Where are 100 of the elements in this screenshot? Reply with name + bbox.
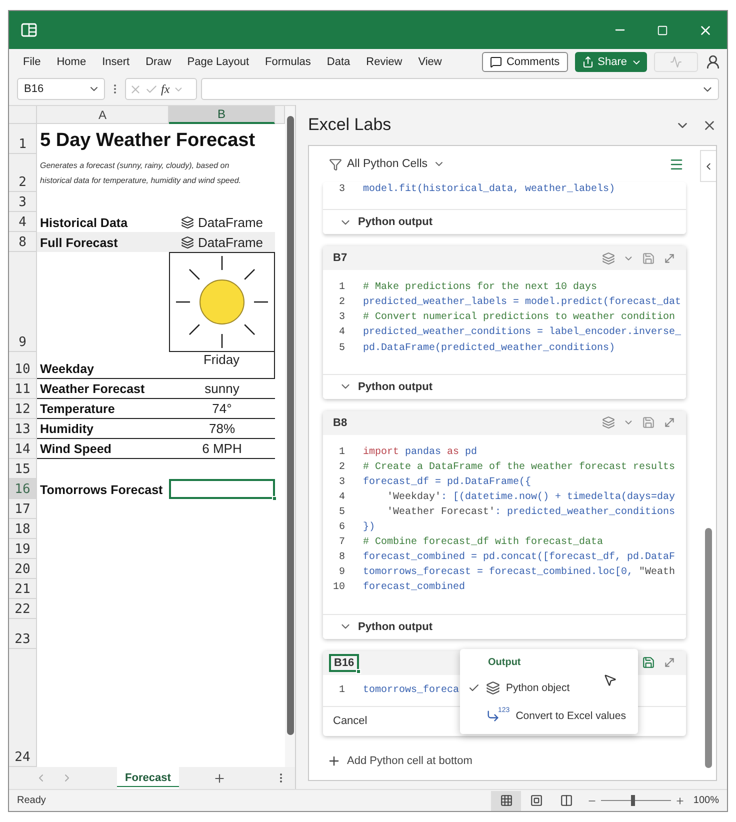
row-header[interactable]: 20 bbox=[9, 559, 37, 579]
layers-icon[interactable] bbox=[602, 252, 615, 265]
row-header[interactable]: 13 bbox=[9, 419, 37, 439]
scrollbar[interactable] bbox=[285, 106, 295, 767]
cell-label: Wind Speed bbox=[40, 442, 112, 456]
code-line: pd.DataFrame(predicted_weather_conditions) bbox=[363, 342, 616, 354]
filter-icon bbox=[329, 158, 342, 170]
save-icon[interactable] bbox=[642, 252, 655, 265]
maximize-icon[interactable] bbox=[657, 24, 668, 36]
line-number: 2 bbox=[338, 462, 345, 473]
row-header[interactable]: 21 bbox=[9, 579, 37, 599]
line-number: 5 bbox=[338, 342, 345, 354]
line-number: 9 bbox=[338, 567, 345, 578]
expand-icon[interactable] bbox=[663, 656, 676, 669]
menu-tab[interactable]: View bbox=[410, 53, 450, 71]
column-header[interactable]: B bbox=[169, 106, 275, 124]
cell-reference: B16 bbox=[329, 654, 360, 672]
view-button[interactable] bbox=[491, 790, 522, 810]
line-number: 7 bbox=[338, 537, 345, 548]
line-number: 3 bbox=[338, 312, 345, 324]
code-line: tomorrows_forecast = forecast_combined.loc[0, "Weath bbox=[363, 567, 676, 578]
view-icon bbox=[530, 794, 543, 807]
row-header[interactable]: 17 bbox=[9, 499, 37, 519]
cell-value: Friday bbox=[203, 352, 240, 367]
code-line: 'Weather Forecast': predicted_weather_conditions bbox=[386, 506, 676, 518]
row-header[interactable]: 16 bbox=[9, 479, 37, 499]
menu-item[interactable]: Python object bbox=[460, 674, 638, 702]
cancel-button[interactable]: Cancel bbox=[331, 713, 370, 730]
row-header[interactable]: 15 bbox=[9, 459, 37, 479]
row-header[interactable]: 9 bbox=[9, 252, 37, 352]
save-icon[interactable] bbox=[642, 416, 655, 430]
speech-bubble-icon bbox=[490, 56, 502, 68]
row-header[interactable]: 11 bbox=[9, 379, 37, 399]
view-icon bbox=[500, 794, 513, 807]
layers-icon bbox=[486, 680, 500, 694]
expand-icon[interactable] bbox=[663, 252, 676, 265]
sheet-description: Generates a forecast (sunny, rainy, cloudy), based on historical data for temperature, humidity and wind speed. bbox=[40, 160, 242, 187]
row-header[interactable]: 8 bbox=[9, 232, 37, 252]
view-icon bbox=[560, 794, 573, 807]
menu-icon[interactable] bbox=[669, 156, 684, 172]
check-icon[interactable] bbox=[145, 82, 158, 96]
row-header[interactable]: 4 bbox=[9, 212, 37, 232]
cell-label: Humidity bbox=[40, 422, 94, 436]
cell-value: 74° bbox=[212, 401, 232, 416]
slider-thumb[interactable] bbox=[630, 795, 635, 806]
cell-label: Full Forecast bbox=[40, 236, 118, 250]
function-label[interactable]: fx bbox=[161, 82, 170, 96]
line-number: 6 bbox=[338, 522, 345, 534]
spreadsheet-logo-icon bbox=[21, 22, 37, 38]
row-header[interactable]: 2 bbox=[9, 154, 37, 192]
menu-tab[interactable]: Formulas bbox=[257, 53, 319, 71]
sheet-tab[interactable]: Forecast bbox=[117, 767, 179, 789]
comments-button[interactable]: Comments bbox=[482, 52, 568, 72]
layers-icon bbox=[180, 216, 194, 229]
selected-cell[interactable] bbox=[169, 479, 275, 499]
save-icon[interactable] bbox=[642, 656, 655, 669]
expand-icon[interactable] bbox=[663, 416, 676, 430]
cell-label: Historical Data bbox=[40, 216, 128, 230]
cell-value: sunny bbox=[204, 381, 240, 396]
row-header[interactable]: 10 bbox=[9, 352, 37, 379]
layers-icon[interactable] bbox=[602, 416, 615, 430]
zoom-in-icon[interactable] bbox=[675, 796, 686, 806]
cell-value: DataFrame bbox=[198, 235, 264, 250]
code-line: model.fit(historical_data, weather_labels) bbox=[363, 184, 616, 196]
cell-reference: B7 bbox=[333, 252, 348, 264]
row-header[interactable]: 3 bbox=[9, 192, 37, 212]
line-number: 1 bbox=[338, 282, 345, 294]
menu-tab[interactable]: File bbox=[15, 53, 49, 71]
row-header[interactable]: 22 bbox=[9, 599, 37, 619]
code-line: # Create a DataFrame of the weather forecast results bbox=[363, 462, 676, 473]
menu-tab[interactable]: Review bbox=[358, 53, 410, 71]
row-header[interactable]: 18 bbox=[9, 519, 37, 539]
cell-reference: B8 bbox=[333, 416, 348, 429]
menu-tab[interactable]: Page Layout bbox=[179, 53, 258, 71]
output-toggle[interactable]: Python output bbox=[323, 614, 686, 638]
menu-tab[interactable]: Data bbox=[318, 53, 358, 71]
zoom-level: 100% bbox=[693, 795, 719, 806]
add-sheet-icon[interactable] bbox=[212, 772, 226, 784]
menu-tab[interactable]: Draw bbox=[138, 53, 180, 71]
output-toggle[interactable]: Python output bbox=[323, 209, 686, 234]
column-header[interactable]: A bbox=[37, 106, 169, 124]
add-cell-button[interactable]: Add Python cell at bottom bbox=[323, 750, 476, 772]
mouse-pointer-icon bbox=[603, 672, 617, 686]
code-line: # Make predictions for the next 10 days bbox=[363, 282, 598, 294]
output-toggle[interactable]: Python output bbox=[323, 374, 686, 399]
share-icon bbox=[582, 56, 594, 68]
menu-tab[interactable]: Home bbox=[48, 53, 94, 71]
share-button[interactable]: Share bbox=[574, 52, 647, 72]
row-header[interactable]: 19 bbox=[9, 539, 37, 559]
name-box[interactable]: B16 bbox=[17, 78, 105, 100]
formula-input[interactable] bbox=[201, 78, 719, 100]
person-icon[interactable] bbox=[705, 54, 721, 70]
row-header[interactable]: 1 bbox=[9, 124, 37, 154]
row-header[interactable]: 14 bbox=[9, 439, 37, 459]
row-header[interactable]: 24 bbox=[9, 649, 37, 767]
row-header[interactable]: 23 bbox=[9, 619, 37, 649]
filter-dropdown[interactable]: All Python Cells bbox=[347, 158, 428, 170]
row-header[interactable]: 12 bbox=[9, 399, 37, 419]
line-number: 10 bbox=[332, 582, 345, 594]
menu-tab[interactable]: Insert bbox=[94, 53, 138, 71]
